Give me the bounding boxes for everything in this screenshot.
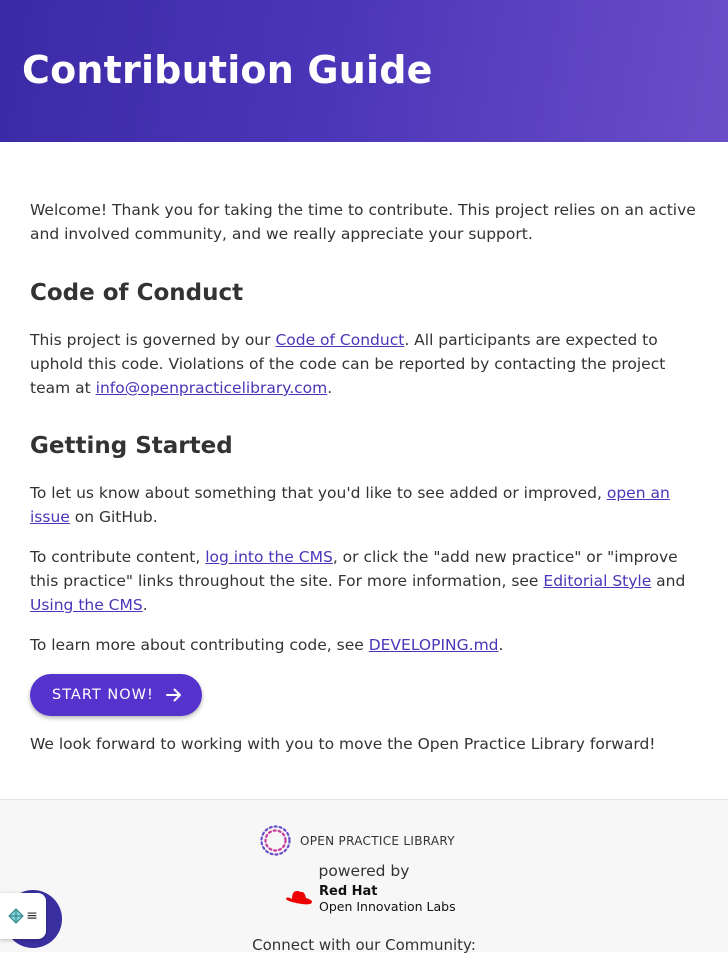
opl-logo-icon: [260, 825, 291, 856]
getting-started-heading: Getting Started: [30, 433, 233, 459]
menu-icon: ≡: [26, 908, 38, 924]
using-the-cms-link[interactable]: Using the CMS: [30, 596, 143, 614]
redhat-brand-text: Red Hat: [319, 884, 378, 899]
code-text-before: To learn more about contributing code, s…: [30, 636, 369, 654]
cross-tool-icon: [8, 908, 24, 924]
open-innovation-labs-text: Open Innovation Labs: [319, 899, 456, 914]
log-into-cms-link[interactable]: log into the CMS: [205, 548, 333, 566]
content-text-before: To contribute content,: [30, 548, 206, 566]
start-now-label: START NOW!: [52, 687, 154, 703]
issue-text-before: To let us know about something that you'…: [30, 484, 607, 502]
arrow-right-icon: [165, 688, 181, 702]
code-text-after: .: [498, 636, 504, 654]
page-header: Contribution Guide: [0, 0, 728, 142]
content-text-and: and: [651, 572, 686, 590]
powered-by-text: powered by: [318, 862, 410, 880]
contribute-content-paragraph: To contribute content, log into the CMS,…: [30, 545, 698, 617]
issue-text-after: on GitHub.: [69, 508, 158, 526]
code-of-conduct-paragraph: This project is governed by our Code of …: [30, 328, 698, 400]
redhat-labs-logo[interactable]: Red Hat Open Innovation Labs: [285, 884, 456, 914]
coc-text-after: .: [327, 379, 333, 397]
main-content: Welcome! Thank you for taking the time t…: [0, 142, 728, 756]
code-contribution-paragraph: To learn more about contributing code, s…: [30, 633, 698, 657]
opl-logo-link[interactable]: OPEN PRACTICE LIBRARY: [259, 824, 455, 857]
site-footer: OPEN PRACTICE LIBRARY powered by Red Hat…: [0, 799, 728, 954]
opl-logo-text: OPEN PRACTICE LIBRARY: [300, 833, 455, 848]
issue-paragraph: To let us know about something that you'…: [30, 481, 698, 529]
editorial-style-link[interactable]: Editorial Style: [543, 572, 651, 590]
developing-md-link[interactable]: DEVELOPING.md: [369, 636, 499, 654]
start-now-button[interactable]: START NOW!: [30, 674, 202, 716]
email-link[interactable]: info@openpracticelibrary.com: [96, 379, 328, 397]
intro-paragraph: Welcome! Thank you for taking the time t…: [30, 201, 696, 243]
code-of-conduct-heading: Code of Conduct: [30, 280, 244, 306]
redhat-fedora-icon: [286, 891, 312, 905]
content-text-after: .: [142, 596, 148, 614]
code-of-conduct-link[interactable]: Code of Conduct: [275, 331, 404, 349]
closing-paragraph: We look forward to working with you to m…: [30, 735, 656, 753]
page-title: Contribution Guide: [22, 48, 433, 92]
connect-community-text: Connect with our Community:: [252, 936, 476, 954]
page-nav-widget[interactable]: ≡: [0, 893, 46, 939]
coc-text-before: This project is governed by our: [30, 331, 276, 349]
